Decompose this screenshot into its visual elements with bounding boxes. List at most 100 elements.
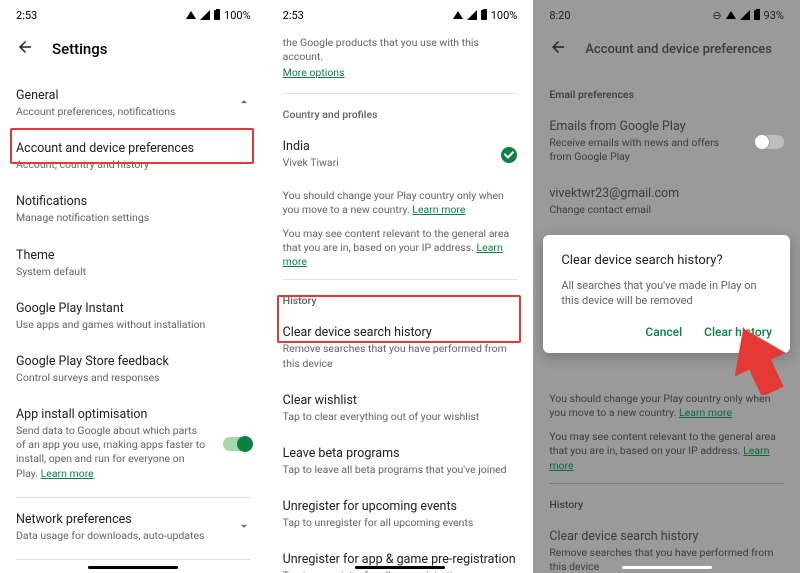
leave-beta[interactable]: Leave beta programs Tap to leave all bet… xyxy=(283,436,518,489)
item-title: Network preferences xyxy=(16,512,204,527)
country-item[interactable]: India Vivek Tiwari xyxy=(283,129,518,182)
item-title: Account and device preferences xyxy=(16,141,251,156)
status-bar: 8:20 ⊖ 93% xyxy=(533,0,800,24)
battery-icon xyxy=(214,10,220,20)
item-subtitle: Remove searches that you have performed … xyxy=(283,342,518,370)
settings-general-screen: 2:53 100% Settings General Account prefe… xyxy=(0,0,267,573)
account-device-prefs-screen: 2:53 100% the Google products that you u… xyxy=(267,0,534,573)
item-subtitle: Account preferences, notifications xyxy=(16,105,175,119)
country-note: You should change your Play country only… xyxy=(283,189,518,217)
dialog-body: All searches that you've made in Play on… xyxy=(561,278,772,309)
ip-note: You may see content relevant to the gene… xyxy=(549,430,784,473)
setting-play-feedback[interactable]: Google Play Store feedback Control surve… xyxy=(16,344,251,397)
learn-more-link[interactable]: Learn more xyxy=(679,406,732,419)
email-address: vivektwr23@gmail.com xyxy=(549,186,784,201)
setting-general[interactable]: General Account preferences, notificatio… xyxy=(16,78,251,131)
setting-play-instant[interactable]: Google Play Instant Use apps and games w… xyxy=(16,291,251,344)
section-country-profiles: Country and profiles xyxy=(283,98,518,129)
status-time: 2:53 xyxy=(283,9,304,22)
check-icon xyxy=(501,147,517,163)
callout-arrow-icon xyxy=(728,325,788,395)
status-time: 2:53 xyxy=(16,9,37,22)
chevron-down-icon xyxy=(237,518,251,537)
section-history: History xyxy=(283,284,518,315)
divider xyxy=(16,497,251,498)
dialog-title: Clear device search history? xyxy=(561,253,772,268)
battery-percent: 100% xyxy=(224,9,251,22)
item-subtitle: System default xyxy=(16,265,251,279)
signal-icon xyxy=(467,10,477,20)
item-title: Clear device search history xyxy=(283,325,518,340)
account-desc-text: the Google products that you use with th… xyxy=(283,36,518,64)
setting-theme[interactable]: Theme System default xyxy=(16,238,251,291)
clear-wishlist[interactable]: Clear wishlist Tap to clear everything o… xyxy=(283,383,518,436)
item-title: Emails from Google Play xyxy=(549,119,724,134)
page-title: Account and device preferences xyxy=(585,42,772,57)
item-title: Clear device search history xyxy=(549,529,784,544)
setting-network-prefs[interactable]: Network preferences Data usage for downl… xyxy=(16,502,251,555)
status-bar: 2:53 100% xyxy=(267,0,534,24)
item-subtitle: Use apps and games without installation xyxy=(16,318,251,332)
section-history: History xyxy=(549,488,784,519)
clear-search-history[interactable]: Clear device search history Remove searc… xyxy=(549,519,784,573)
divider xyxy=(16,559,251,560)
item-subtitle: Manage notification settings xyxy=(16,211,251,225)
learn-more-link[interactable]: Learn more xyxy=(41,467,94,480)
learn-more-link[interactable]: Learn more xyxy=(412,203,465,216)
back-arrow-icon[interactable] xyxy=(16,38,34,60)
header: Settings xyxy=(0,24,267,78)
setting-notifications[interactable]: Notifications Manage notification settin… xyxy=(16,184,251,237)
cancel-button[interactable]: Cancel xyxy=(645,325,682,339)
item-subtitle: Account, country and history xyxy=(16,158,251,172)
item-title: Notifications xyxy=(16,194,251,209)
signal-icon xyxy=(200,10,210,20)
wifi-icon xyxy=(726,11,736,19)
nav-handle[interactable] xyxy=(622,566,712,569)
emails-from-play[interactable]: Emails from Google Play Receive emails w… xyxy=(549,109,784,176)
item-subtitle: Control surveys and responses xyxy=(16,371,251,385)
battery-icon xyxy=(481,10,487,20)
nav-handle[interactable] xyxy=(355,566,445,569)
contact-email[interactable]: vivektwr23@gmail.com Change contact emai… xyxy=(549,176,784,229)
divider xyxy=(283,93,518,94)
item-title: Google Play Instant xyxy=(16,301,251,316)
wifi-icon xyxy=(453,11,463,19)
battery-icon xyxy=(754,10,760,20)
item-subtitle: Tap to leave all beta programs that you'… xyxy=(283,463,518,477)
divider xyxy=(283,279,518,280)
clear-search-history[interactable]: Clear device search history Remove searc… xyxy=(283,315,518,382)
ip-note: You may see content relevant to the gene… xyxy=(283,227,518,270)
country-name: India xyxy=(283,139,339,154)
clear-history-dialog-screen: 8:20 ⊖ 93% Account and device preference… xyxy=(533,0,800,573)
item-subtitle: Change contact email xyxy=(549,203,784,217)
item-subtitle: Receive emails with news and offers from… xyxy=(549,136,724,164)
setting-account-device-prefs[interactable]: Account and device preferences Account, … xyxy=(16,131,251,184)
country-note: You should change your Play country only… xyxy=(549,392,784,420)
item-subtitle: Tap to unregister for all pre-registrati… xyxy=(283,569,518,573)
chevron-up-icon xyxy=(237,94,251,113)
item-title: Clear wishlist xyxy=(283,393,518,408)
item-subtitle: Data usage for downloads, auto-updates xyxy=(16,529,204,543)
signal-icon xyxy=(740,10,750,20)
back-arrow-icon[interactable] xyxy=(549,38,567,60)
setting-install-optimisation[interactable]: App install optimisation Send data to Go… xyxy=(16,397,251,493)
more-options-link[interactable]: More options xyxy=(283,66,518,79)
header: Account and device preferences xyxy=(533,24,800,78)
item-title: Theme xyxy=(16,248,251,263)
profile-name: Vivek Tiwari xyxy=(283,156,339,170)
battery-percent: 93% xyxy=(764,9,784,22)
item-subtitle: Send data to Google about which parts of… xyxy=(16,424,206,481)
divider xyxy=(549,483,784,484)
dnd-icon: ⊖ xyxy=(712,9,721,22)
nav-handle[interactable] xyxy=(88,566,178,569)
battery-percent: 100% xyxy=(491,9,518,22)
toggle-switch[interactable] xyxy=(223,437,251,451)
page-title: Settings xyxy=(52,40,108,58)
item-title: Unregister for upcoming events xyxy=(283,499,518,514)
status-time: 8:20 xyxy=(549,9,570,22)
unregister-events[interactable]: Unregister for upcoming events Tap to un… xyxy=(283,489,518,542)
toggle-switch[interactable] xyxy=(756,135,784,149)
item-title: Unregister for app & game pre-registrati… xyxy=(283,552,518,567)
section-email-prefs: Email preferences xyxy=(549,78,784,109)
item-title: Leave beta programs xyxy=(283,446,518,461)
